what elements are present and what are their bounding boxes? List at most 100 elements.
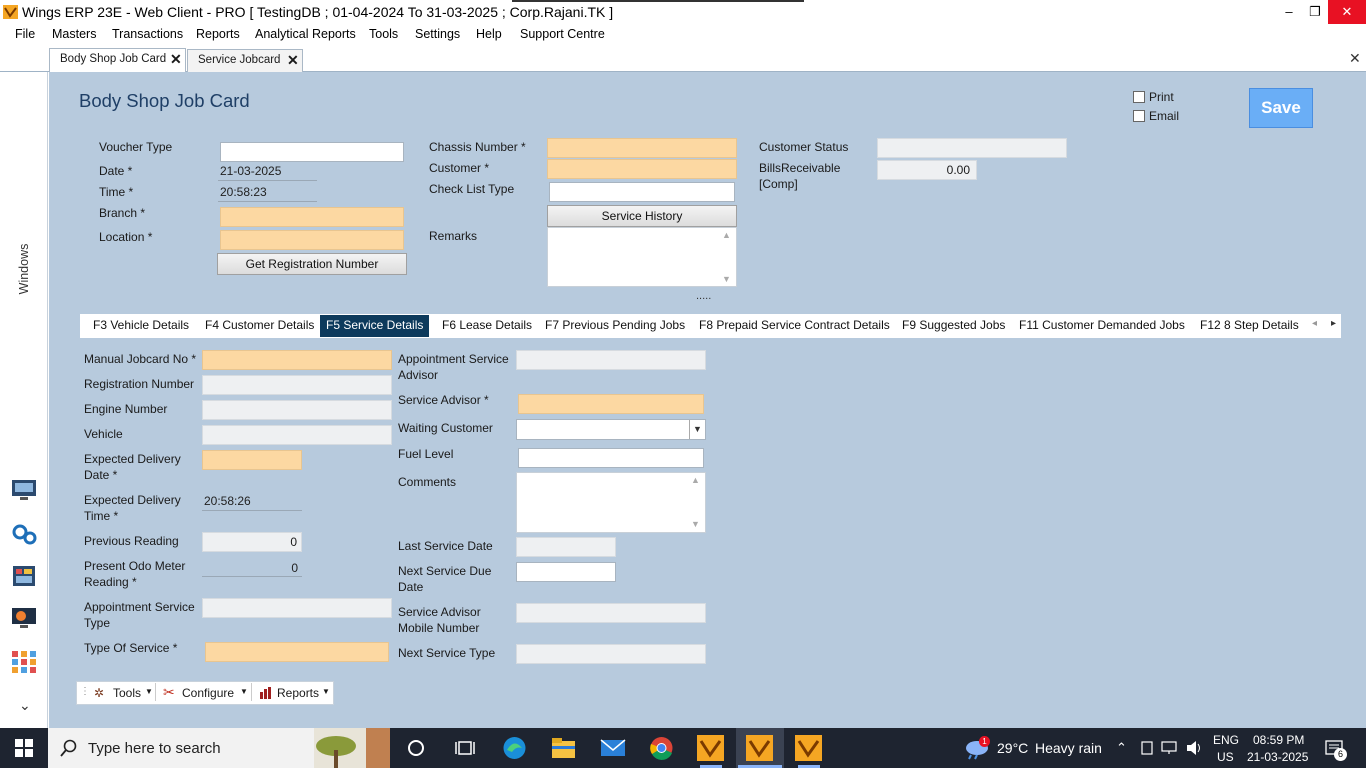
tab-vehicle-details[interactable]: F3 Vehicle Details (93, 318, 189, 332)
menu-help[interactable]: Help (476, 27, 502, 41)
analytics-screen-icon[interactable] (10, 606, 38, 630)
language-label-1[interactable]: ENG (1213, 733, 1239, 747)
check-list-type-field[interactable] (549, 182, 735, 202)
tab-customer-demanded-jobs[interactable]: F11 Customer Demanded Jobs (1019, 318, 1185, 332)
tab-customer-details[interactable]: F4 Customer Details (205, 318, 314, 332)
service-advisor-field[interactable] (518, 394, 704, 414)
task-view-icon[interactable] (455, 739, 475, 757)
weather-badge: 1 (979, 736, 990, 747)
tab-scroll-right-icon[interactable]: ▸ (1331, 318, 1336, 329)
reports-button[interactable]: Reports (277, 685, 319, 701)
apps-grid-icon[interactable] (10, 650, 38, 674)
advisor-mobile-field[interactable] (516, 603, 706, 623)
customer-field[interactable] (547, 159, 737, 179)
windows-label[interactable]: Windows (17, 243, 31, 295)
settings-gears-icon[interactable] (10, 522, 38, 546)
mail-icon[interactable] (600, 738, 626, 758)
service-history-button[interactable]: Service History (547, 205, 737, 227)
chassis-number-field[interactable] (547, 138, 737, 158)
rail-expand-chevron-icon[interactable]: ⌄ (19, 697, 31, 714)
menu-transactions[interactable]: Transactions (112, 27, 183, 41)
customer-status-field[interactable] (877, 138, 1067, 158)
window-title: Wings ERP 23E - Web Client - PRO [ Testi… (22, 4, 614, 20)
menu-file[interactable]: File (15, 27, 35, 41)
tab-close-icon[interactable]: ✕ (287, 52, 299, 69)
edge-browser-icon[interactable] (502, 736, 527, 760)
tab-lease-details[interactable]: F6 Lease Details (442, 318, 532, 332)
tab-scroll-left-icon[interactable]: ◂ (1312, 318, 1317, 329)
engine-number-field[interactable] (202, 400, 392, 420)
expected-delivery-time-value[interactable]: 20:58:26 (202, 493, 302, 511)
chevron-down-icon[interactable]: ▼ (689, 420, 705, 439)
type-of-service-field[interactable] (205, 642, 389, 662)
appointment-service-type-field[interactable] (202, 598, 392, 618)
save-button[interactable]: Save (1249, 88, 1313, 128)
clock-date[interactable]: 21-03-2025 (1247, 750, 1308, 764)
manual-jobcard-label: Manual Jobcard No * (84, 352, 197, 366)
volume-icon[interactable] (1186, 740, 1203, 756)
expected-delivery-date-field[interactable] (202, 450, 302, 470)
monitor-icon[interactable] (10, 478, 38, 502)
configure-button[interactable]: Configure (182, 685, 234, 701)
tab-8-step-details[interactable]: F12 8 Step Details (1200, 318, 1299, 332)
device-icon[interactable] (1140, 741, 1154, 755)
tools-button[interactable]: Tools (113, 685, 141, 701)
date-value[interactable]: 21-03-2025 (218, 163, 317, 181)
comments-textarea[interactable] (516, 472, 706, 533)
tab-previous-pending-jobs[interactable]: F7 Previous Pending Jobs (545, 318, 685, 332)
windows-start-icon[interactable] (15, 739, 33, 757)
time-value[interactable]: 20:58:23 (218, 184, 317, 202)
vehicle-label: Vehicle (84, 427, 123, 441)
clock-time[interactable]: 08:59 PM (1253, 733, 1304, 747)
branch-label: Branch * (99, 206, 146, 220)
language-label-2[interactable]: US (1217, 750, 1234, 764)
voucher-type-field[interactable] (220, 142, 404, 162)
next-service-due-field[interactable] (516, 562, 616, 582)
wings-erp-app-icon[interactable] (697, 735, 724, 761)
menu-reports[interactable]: Reports (196, 27, 240, 41)
chrome-browser-icon[interactable] (649, 736, 674, 760)
tab-prepaid-service-contract[interactable]: F8 Prepaid Service Contract Details (699, 318, 890, 332)
menu-tools[interactable]: Tools (369, 27, 398, 41)
wings-erp-app-icon[interactable] (746, 735, 773, 761)
bills-receivable-value[interactable]: 0.00 (877, 160, 977, 180)
weather-condition[interactable]: Heavy rain (1035, 740, 1102, 756)
menu-settings[interactable]: Settings (415, 27, 460, 41)
tab-label: Service Jobcard (198, 54, 281, 66)
fuel-level-field[interactable] (518, 448, 704, 468)
wings-erp-app-icon[interactable] (795, 735, 822, 761)
dashboard-icon[interactable] (10, 564, 38, 588)
waiting-customer-select[interactable] (516, 419, 706, 440)
registration-number-field[interactable] (202, 375, 392, 395)
odo-meter-value[interactable]: 0 (202, 559, 302, 577)
close-window-button[interactable]: ✕ (1328, 0, 1366, 24)
vehicle-field[interactable] (202, 425, 392, 445)
close-all-tabs-icon[interactable]: ✕ (1349, 50, 1361, 67)
splitter-handle[interactable]: ..... (696, 290, 711, 302)
remarks-textarea[interactable] (547, 227, 737, 287)
tab-service-details[interactable]: F5 Service Details (320, 315, 430, 337)
previous-reading-field[interactable]: 0 (202, 532, 302, 552)
appointment-advisor-field[interactable] (516, 350, 706, 370)
weather-temperature[interactable]: 29°C (997, 740, 1028, 756)
get-registration-number-button[interactable]: Get Registration Number (217, 253, 407, 275)
location-field[interactable] (220, 230, 404, 250)
show-hidden-icons-chevron-icon[interactable]: ⌃ (1116, 740, 1127, 756)
manual-jobcard-field[interactable] (202, 350, 392, 370)
menu-support-centre[interactable]: Support Centre (520, 27, 605, 41)
last-service-date-field[interactable] (516, 537, 616, 557)
network-icon[interactable] (1161, 741, 1177, 755)
next-service-type-field[interactable] (516, 644, 706, 664)
tab-service-jobcard[interactable]: Service Jobcard ✕ (187, 49, 303, 72)
tab-close-icon[interactable]: ✕ (170, 51, 182, 68)
cortana-circle-icon[interactable] (407, 739, 425, 757)
tab-body-shop-job-card[interactable]: Body Shop Job Card ✕ (49, 48, 186, 73)
print-checkbox[interactable] (1133, 91, 1145, 103)
scroll-down-icon: ▼ (691, 519, 700, 529)
branch-field[interactable] (220, 207, 404, 227)
tab-suggested-jobs[interactable]: F9 Suggested Jobs (902, 318, 1005, 332)
file-explorer-icon[interactable] (551, 737, 576, 759)
menu-masters[interactable]: Masters (52, 27, 96, 41)
menu-analytical-reports[interactable]: Analytical Reports (255, 27, 356, 41)
email-checkbox[interactable] (1133, 110, 1145, 122)
